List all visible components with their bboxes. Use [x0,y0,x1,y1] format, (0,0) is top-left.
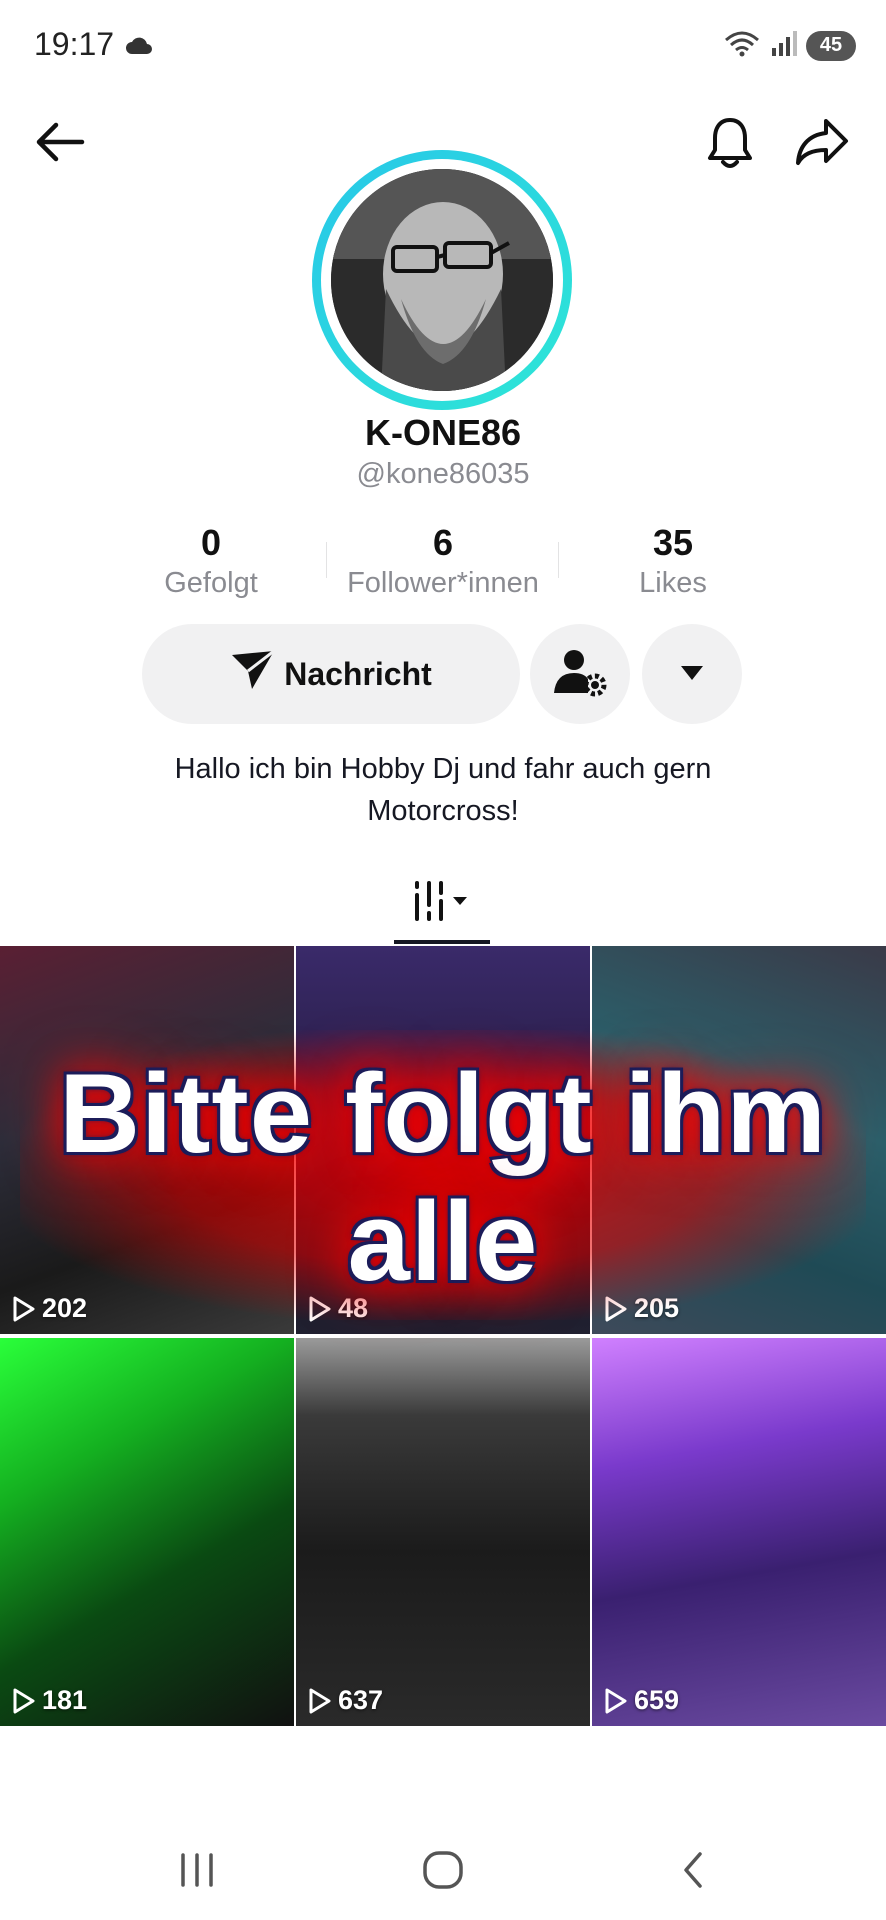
bio-line: Hallo ich bin Hobby Dj und fahr auch ger… [174,753,712,785]
stat-likes[interactable]: 35 Likes [558,522,788,602]
play-icon [13,1296,35,1321]
video-thumbnail[interactable]: 205 [592,946,886,1334]
profile-photo [331,169,553,391]
stat-followers-label: Follower*innen [347,567,539,599]
home-icon[interactable] [398,1840,488,1900]
user-settings-icon [552,647,608,702]
more-options-dropdown[interactable] [642,624,742,724]
videos-grid-icon [409,879,475,928]
status-indicators: 45 [722,28,856,63]
play-icon [605,1688,627,1713]
stat-likes-label: Likes [639,567,707,599]
view-count-value: 659 [634,1685,680,1715]
play-icon [309,1688,331,1713]
tab-active-indicator [394,940,490,944]
profile-tabs [0,862,886,944]
play-icon [605,1296,627,1321]
system-navigation-bar [0,1826,886,1920]
back-arrow-icon[interactable] [30,116,90,168]
username: @kone86035 [356,458,530,490]
view-count: 48 [308,1293,368,1324]
wifi-icon [722,28,762,63]
caret-down-icon [680,665,704,684]
view-count: 659 [604,1685,679,1716]
stat-followers[interactable]: 6 Follower*innen [328,522,558,602]
video-thumbnail[interactable]: 637 [296,1338,590,1726]
profile-bio: Hallo ich bin Hobby Dj und fahr auch ger… [40,748,846,832]
status-time: 19:17 [34,26,115,62]
stat-likes-value: 35 [652,522,694,563]
stat-following-value: 0 [200,522,222,563]
view-count: 202 [12,1293,87,1324]
profile-stats: 0 Gefolgt 6 Follower*innen 35 Likes [0,522,886,602]
signal-icon [770,30,798,61]
stat-following-label: Gefolgt [164,567,258,599]
send-icon [230,649,276,699]
share-arrow-icon[interactable] [792,114,852,170]
video-thumbnail[interactable]: 48 [296,946,590,1334]
view-count: 181 [12,1685,87,1716]
stat-followers-value: 6 [432,522,454,563]
notification-bell-icon[interactable] [702,112,758,172]
message-button[interactable]: Nachricht [142,624,520,724]
display-name: K-ONE86 [364,412,522,453]
battery-indicator: 45 [806,30,856,61]
view-count-value: 637 [338,1685,384,1715]
view-count-value: 205 [634,1293,680,1323]
video-thumbnail[interactable]: 181 [0,1338,294,1726]
tab-videos[interactable] [394,862,490,944]
play-icon [13,1688,35,1713]
view-count: 205 [604,1293,679,1324]
stat-divider [326,542,327,578]
view-count: 637 [308,1685,383,1716]
bio-line: Motorcross! [367,795,519,827]
view-count-value: 48 [338,1293,369,1323]
message-button-label: Nachricht [284,655,432,692]
status-bar: 19:17 45 [0,0,886,92]
avatar-border [321,159,563,401]
video-thumbnail[interactable]: 202 [0,946,294,1334]
system-back-icon[interactable] [648,1840,738,1900]
stat-following[interactable]: 0 Gefolgt [96,522,326,602]
view-count-value: 181 [42,1685,88,1715]
avatar[interactable] [312,150,572,410]
cloud-icon [124,34,154,61]
video-thumbnail[interactable]: 659 [592,1338,886,1726]
play-icon [309,1296,331,1321]
view-count-value: 202 [42,1293,88,1323]
follow-settings-button[interactable] [530,624,630,724]
recent-apps-icon[interactable] [152,1840,242,1900]
